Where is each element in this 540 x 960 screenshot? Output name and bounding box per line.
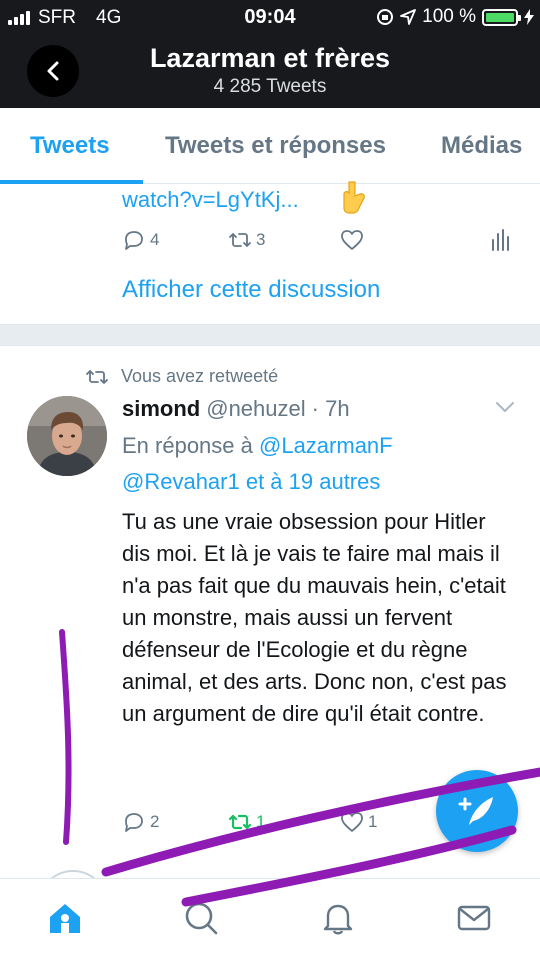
retweet-icon — [229, 233, 251, 247]
show-thread-link[interactable]: Afficher cette discussion — [122, 276, 380, 304]
like-action[interactable]: 1 — [340, 810, 377, 834]
reply-mention-others-link[interactable]: @Revahar1 et à 19 autres — [122, 469, 380, 494]
status-bar: SFR 4G 09:04 100 % — [0, 0, 540, 36]
tab-tweets-and-replies[interactable]: Tweets et réponses — [165, 132, 386, 160]
location-icon — [400, 9, 417, 25]
reply-action[interactable]: 2 — [122, 810, 159, 834]
reply-context: En réponse à @LazarmanF @Revahar1 et à 1… — [122, 428, 522, 500]
tweet-time: · 7h — [311, 396, 350, 421]
battery-fill — [486, 12, 514, 22]
tweet-separator — [0, 324, 540, 346]
retweet-count: 3 — [256, 230, 266, 249]
like-icon — [341, 230, 363, 250]
nav-search[interactable] — [182, 899, 220, 937]
compose-icon — [458, 797, 493, 825]
retweeted-by-label: Vous avez retweeté — [121, 366, 279, 386]
author-name[interactable]: simond — [122, 396, 200, 422]
avatar-photo — [27, 396, 107, 476]
like-icon — [341, 812, 363, 832]
tweet-link[interactable]: watch?v=LgYtKj... — [122, 187, 299, 213]
profile-tabs: Tweets Tweets et réponses Médias — [0, 108, 540, 184]
messages-icon — [457, 905, 491, 931]
retweet-action[interactable]: 1 — [228, 810, 265, 834]
retweet-action[interactable]: 3 — [228, 228, 265, 252]
chevron-down-icon[interactable] — [494, 400, 516, 414]
retweet-icon — [228, 814, 252, 830]
home-icon — [50, 904, 80, 933]
retweet-count: 1 — [256, 812, 266, 831]
tweet-count: 4 285 Tweets — [213, 76, 327, 97]
nav-messages[interactable] — [455, 899, 493, 937]
tweet-author[interactable]: simond @nehuzel · 7h — [122, 396, 350, 422]
reply-icon — [125, 813, 143, 832]
nav-notifications[interactable] — [319, 899, 357, 937]
like-count: 1 — [368, 812, 378, 831]
top-bar: SFR 4G 09:04 100 % Lazarman et frères 4 … — [0, 0, 540, 108]
retweet-icon — [86, 369, 108, 384]
charging-icon — [524, 9, 534, 25]
retweeted-by-row: Vous avez retweeté — [85, 366, 278, 387]
reply-prefix: En réponse à — [122, 433, 253, 458]
tab-media[interactable]: Médias — [441, 132, 522, 160]
reply-icon — [125, 231, 143, 250]
profile-title: Lazarman et frères — [149, 43, 391, 73]
reply-mention-link[interactable]: @LazarmanF — [259, 433, 393, 458]
battery-percent: 100 % — [422, 6, 476, 27]
orientation-lock-icon — [377, 9, 394, 25]
notifications-icon — [323, 904, 353, 935]
status-right: 100 % — [376, 6, 534, 28]
analytics-icon — [492, 229, 509, 251]
analytics-action[interactable] — [488, 228, 512, 252]
active-tab-indicator — [0, 180, 143, 184]
bottom-navigation — [0, 878, 540, 960]
nav-home[interactable] — [46, 899, 84, 937]
avatar[interactable] — [27, 396, 107, 476]
reply-count: 4 — [150, 230, 160, 249]
hand-pointing-down-icon — [343, 181, 365, 214]
reply-action[interactable]: 4 — [122, 228, 159, 252]
tweet-body: Tu as une vraie obsession pour Hitler di… — [122, 509, 507, 726]
tab-tweets[interactable]: Tweets — [30, 132, 110, 160]
like-action[interactable] — [340, 228, 364, 252]
battery-icon — [482, 8, 521, 26]
author-handle[interactable]: @nehuzel — [206, 396, 305, 422]
tweet-1-actions: 4 3 — [0, 228, 540, 258]
compose-button[interactable] — [436, 770, 518, 852]
reply-count: 2 — [150, 812, 160, 831]
search-icon — [185, 902, 218, 935]
